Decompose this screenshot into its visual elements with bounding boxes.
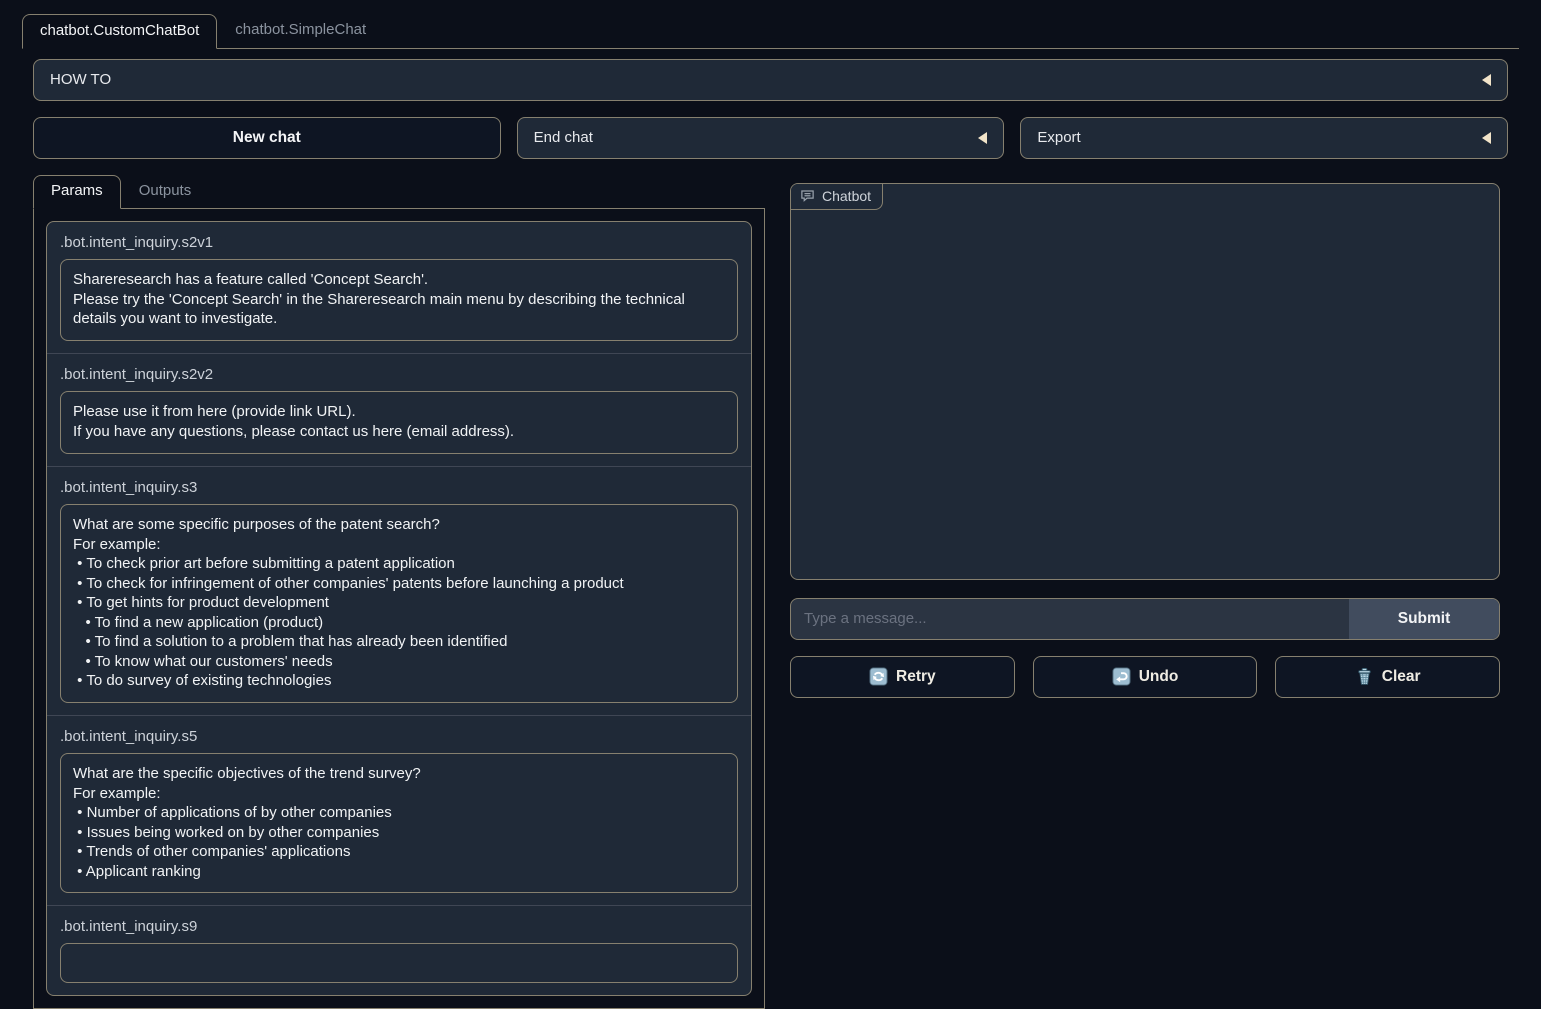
params-outputs-tab-bar: Params Outputs (33, 175, 765, 210)
end-chat-accordion[interactable]: End chat (517, 117, 1005, 159)
param-label: .bot.intent_inquiry.s2v2 (60, 366, 738, 383)
retry-button[interactable]: Retry (790, 656, 1015, 698)
composer: Submit (790, 598, 1500, 640)
chat-column: Chatbot Submit (790, 175, 1500, 698)
top-tab-bar: chatbot.CustomChatBot chatbot.SimpleChat (22, 14, 1519, 49)
collapse-arrow-left-icon (1482, 74, 1491, 86)
submit-button[interactable]: Submit (1349, 599, 1499, 639)
param-label: .bot.intent_inquiry.s5 (60, 728, 738, 745)
param-textarea-s2v1[interactable]: Shareresearch has a feature called 'Conc… (60, 259, 738, 341)
param-label: .bot.intent_inquiry.s2v1 (60, 234, 738, 251)
param-field: .bot.intent_inquiry.s9 (47, 905, 751, 995)
collapse-arrow-left-icon (978, 132, 987, 144)
chat-messages[interactable] (793, 212, 1497, 577)
tab-params[interactable]: Params (33, 175, 121, 210)
export-accordion-label: Export (1037, 129, 1080, 146)
param-textarea-s5[interactable]: What are the specific objectives of the … (60, 753, 738, 893)
param-label: .bot.intent_inquiry.s9 (60, 918, 738, 935)
custom-chatbot-tab-panel: HOW TO New chat End chat Export Params O… (33, 59, 1508, 1009)
params-tab-panel: .bot.intent_inquiry.s2v1 Shareresearch h… (33, 209, 765, 1009)
undo-button[interactable]: Undo (1033, 656, 1258, 698)
params-column: Params Outputs .bot.intent_inquiry.s2v1 … (33, 175, 765, 1009)
export-accordion[interactable]: Export (1020, 117, 1508, 159)
tab-chatbot-customchatbot[interactable]: chatbot.CustomChatBot (22, 14, 217, 49)
tab-outputs[interactable]: Outputs (121, 175, 210, 209)
clear-button-label: Clear (1382, 668, 1421, 686)
retry-button-label: Retry (896, 668, 936, 686)
chat-bubble-icon (800, 188, 815, 203)
chat-actions-row: Retry Undo (790, 656, 1500, 698)
param-textarea-s3[interactable]: What are some specific purposes of the p… (60, 504, 738, 703)
end-chat-accordion-label: End chat (534, 129, 593, 146)
undo-button-label: Undo (1139, 668, 1179, 686)
new-chat-button[interactable]: New chat (33, 117, 501, 159)
clear-button[interactable]: Clear (1275, 656, 1500, 698)
tab-chatbot-simplechat[interactable]: chatbot.SimpleChat (217, 14, 384, 48)
param-textarea-s9[interactable] (60, 943, 738, 983)
param-field: .bot.intent_inquiry.s3 What are some spe… (47, 466, 751, 715)
chatbot-panel: Chatbot (790, 183, 1500, 580)
chatbot-label: Chatbot (791, 184, 883, 210)
how-to-accordion[interactable]: HOW TO (33, 59, 1508, 101)
main-row: Params Outputs .bot.intent_inquiry.s2v1 … (33, 175, 1508, 1009)
param-field: .bot.intent_inquiry.s5 What are the spec… (47, 715, 751, 905)
collapse-arrow-left-icon (1482, 132, 1491, 144)
message-input[interactable] (791, 599, 1349, 639)
retry-icon (869, 667, 888, 686)
param-label: .bot.intent_inquiry.s3 (60, 479, 738, 496)
trash-icon (1355, 667, 1374, 686)
param-field: .bot.intent_inquiry.s2v2 Please use it f… (47, 353, 751, 466)
app-root: chatbot.CustomChatBot chatbot.SimpleChat… (0, 0, 1541, 1009)
param-field: .bot.intent_inquiry.s2v1 Shareresearch h… (47, 222, 751, 353)
params-form: .bot.intent_inquiry.s2v1 Shareresearch h… (46, 221, 752, 996)
chatbot-label-text: Chatbot (822, 188, 871, 204)
undo-icon (1112, 667, 1131, 686)
actions-row: New chat End chat Export (33, 117, 1508, 159)
how-to-accordion-label: HOW TO (50, 71, 111, 88)
param-textarea-s2v2[interactable]: Please use it from here (provide link UR… (60, 391, 738, 454)
